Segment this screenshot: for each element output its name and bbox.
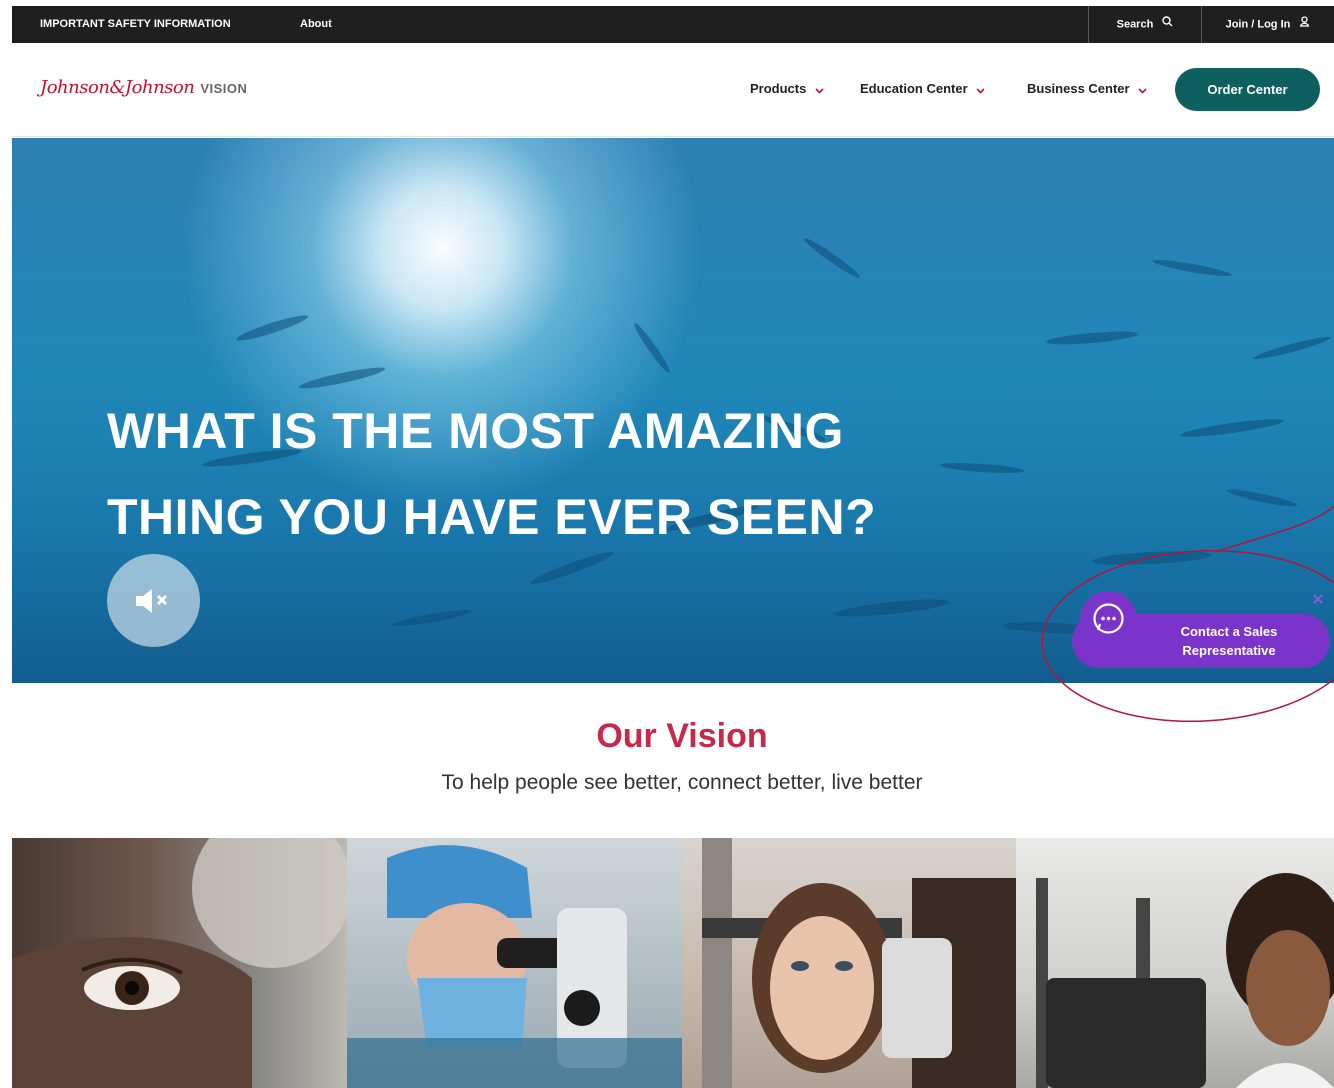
join-login-label: Join / Log In: [1225, 18, 1291, 31]
nav-education-label: Education Center: [860, 81, 968, 96]
utility-bar: IMPORTANT SAFETY INFORMATION About Searc…: [12, 6, 1334, 43]
hero-banner: WHAT IS THE MOST AMAZING THING YOU HAVE …: [12, 138, 1334, 683]
order-center-button[interactable]: Order Center: [1175, 68, 1320, 111]
nav-products-label: Products: [750, 81, 807, 96]
brand-logo[interactable]: Johnson&Johnson VISION: [40, 77, 247, 101]
logo-vision-text: VISION: [200, 81, 248, 96]
contact-sales-line1: Contact a Sales: [1180, 624, 1278, 639]
user-icon: [1299, 6, 1310, 43]
search-button[interactable]: Search: [1088, 6, 1201, 43]
eye-closeup-image: [12, 838, 347, 1088]
speaker-muted-icon: [136, 589, 168, 613]
photo-tile-surgeon[interactable]: [347, 838, 682, 1088]
photo-strip: [12, 838, 1334, 1088]
close-chat-icon[interactable]: [1312, 592, 1326, 606]
chevron-down-icon: [1138, 82, 1147, 97]
chevron-down-icon: [815, 82, 824, 97]
photo-tile-optometrist[interactable]: [1016, 838, 1334, 1088]
mute-toggle-button[interactable]: [107, 554, 200, 647]
photo-tile-eye-closeup[interactable]: [12, 838, 347, 1088]
contact-sales-label: Contact a Sales Representative: [1154, 622, 1304, 660]
main-nav: Johnson&Johnson VISION Products Education…: [12, 43, 1334, 137]
hero-headline-line2: THING YOU HAVE EVER SEEN?: [107, 489, 877, 545]
photo-tile-eye-exam[interactable]: [682, 838, 1016, 1088]
chevron-down-icon: [976, 82, 985, 97]
search-label: Search: [1116, 18, 1154, 31]
optometrist-image: [1036, 873, 1334, 1088]
join-login-button[interactable]: Join / Log In: [1201, 6, 1334, 43]
important-safety-link[interactable]: IMPORTANT SAFETY INFORMATION: [40, 6, 231, 43]
nav-business-center[interactable]: Business Center: [1027, 81, 1147, 97]
contact-sales-line2: Representative: [1182, 643, 1276, 658]
our-vision-subtitle: To help people see better, connect bette…: [441, 771, 923, 794]
about-link[interactable]: About: [300, 6, 332, 43]
nav-education-center[interactable]: Education Center: [860, 81, 985, 97]
search-icon: [1162, 6, 1173, 43]
eye-exam-image: [702, 838, 1016, 1088]
page: IMPORTANT SAFETY INFORMATION About Searc…: [12, 6, 1334, 1088]
chat-bubble-icon[interactable]: [1080, 591, 1137, 648]
hero-headline: WHAT IS THE MOST AMAZING THING YOU HAVE …: [107, 388, 1007, 560]
our-vision-heading: Our Vision: [596, 717, 768, 755]
logo-wordmark: Johnson&Johnson: [40, 77, 195, 98]
nav-products[interactable]: Products: [750, 81, 824, 97]
hero-headline-line1: WHAT IS THE MOST AMAZING: [107, 403, 844, 459]
nav-business-label: Business Center: [1027, 81, 1130, 96]
surgeon-microscope-image: [347, 845, 682, 1088]
